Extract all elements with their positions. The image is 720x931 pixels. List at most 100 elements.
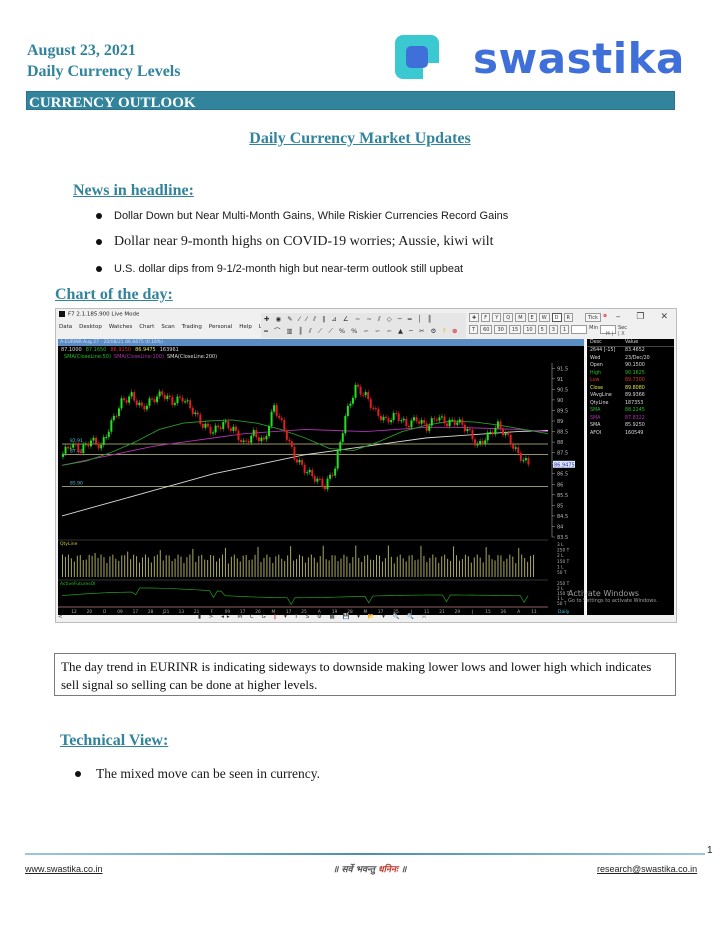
- timeframe-Y[interactable]: Y: [492, 313, 502, 322]
- volume-bar: [524, 557, 526, 577]
- menu-item-desktop[interactable]: Desktop: [79, 324, 102, 330]
- info-row: AFOI 160549: [590, 430, 644, 436]
- timeframe-3[interactable]: 3: [548, 325, 558, 334]
- volume-bar: [136, 556, 138, 577]
- timeframe-R[interactable]: R: [563, 313, 573, 322]
- volume-bar: [133, 554, 135, 577]
- candle-body: [79, 451, 82, 453]
- volume-bar: [319, 556, 321, 577]
- candle-body: [461, 419, 464, 425]
- candle-body: [199, 414, 202, 424]
- volume-bar: [139, 562, 141, 577]
- y-tick-label: 84.5: [557, 514, 568, 520]
- volume-bar: [224, 547, 226, 577]
- volume-bar: [456, 555, 458, 577]
- drawing-toolbar[interactable]: ✚ ◉ ✎ ⁄ ⁄ ⫽ ∥ ⊿ ∠ ∼ ∼ ⫽ ◇ ─ ═ │ ║ ═ ⌒ ▥ …: [261, 313, 466, 338]
- volume-bar: [272, 562, 274, 577]
- volume-bar: [485, 547, 487, 577]
- bullet-icon: [96, 239, 102, 245]
- volume-bar: [216, 561, 218, 577]
- timeframe-F[interactable]: F: [481, 313, 491, 322]
- candle-body: [382, 416, 385, 421]
- toolbar-row-2[interactable]: ═ ⌒ ▥ ║ ⫽ ⟋ ⟋ % % ∽ ∽ ∽ ▲ ─ ✂ ⚙ ? ⊗: [264, 325, 466, 337]
- timeframe-D[interactable]: D: [551, 313, 562, 322]
- candle-body: [502, 429, 505, 436]
- bottom-tools[interactable]: ▮ > ◂▸ M C G ‖ ▾ T S ⚙ ▦ 💾 ▾ 📂 ▾ 🔍 🔍 ⤧: [198, 614, 429, 621]
- volume-bar: [426, 562, 428, 577]
- timeframe-1[interactable]: 1: [559, 325, 570, 334]
- scroll-left-icon[interactable]: <: [58, 614, 63, 620]
- info-row: Close 89.8080: [590, 385, 645, 391]
- logo-text: swastika: [473, 33, 685, 83]
- volume-bar: [349, 563, 351, 577]
- restore-icon[interactable]: ❐: [636, 312, 644, 322]
- menu-item-help[interactable]: Help: [239, 324, 252, 330]
- info-row: Low 89.7300: [590, 378, 645, 383]
- section-bar: CURRENCY OUTLOOK: [26, 91, 675, 111]
- menu-item-scan[interactable]: Scan: [161, 324, 174, 330]
- price-chart[interactable]: A-EURINR-Aug 27 - 20/08/21 86.9475 (0.18…: [58, 339, 584, 615]
- volume-bar: [310, 554, 312, 577]
- add-button[interactable]: ✚: [469, 313, 480, 322]
- timeframe-W[interactable]: W: [538, 313, 550, 322]
- menu-bar: Data Desktop Watches Chart Scan Trading Person…: [59, 324, 285, 330]
- candle-body: [476, 444, 479, 446]
- website-link[interactable]: www.swastika.co.in: [25, 864, 103, 874]
- volume-bar: [340, 558, 342, 577]
- menu-item-trading[interactable]: Trading: [182, 324, 202, 330]
- volume-bar: [458, 560, 460, 577]
- volume-bar: [512, 556, 514, 577]
- candle-body: [77, 444, 80, 452]
- volume-axis-label: 2 L: [557, 553, 564, 559]
- timeframe-60[interactable]: 60: [480, 325, 493, 334]
- tick-button[interactable]: Tick: [585, 313, 601, 322]
- candle-body: [407, 425, 410, 428]
- timeframe-5[interactable]: 5: [537, 325, 547, 334]
- candle-body: [397, 413, 400, 422]
- menu-item-watches[interactable]: Watches: [109, 324, 132, 330]
- min-input[interactable]: [571, 325, 588, 334]
- candle-body: [270, 411, 273, 427]
- menu-item-data[interactable]: Data: [59, 324, 72, 330]
- volume-axis-label: 3 L: [557, 542, 564, 548]
- minimize-icon[interactable]: –: [616, 312, 621, 322]
- candle-body: [415, 417, 418, 422]
- timeframe-10[interactable]: 10: [523, 325, 536, 334]
- candle-body: [451, 419, 454, 421]
- email-link[interactable]: research@swastika.co.in: [597, 864, 697, 874]
- close-toolbar-icon[interactable]: ⊗: [603, 313, 607, 322]
- volume-bar: [100, 554, 102, 577]
- bottom-toolbar[interactable]: < ▮ > ◂▸ M C G ‖ ▾ T S ⚙ ▦ 💾 ▾ 📂 ▾ 🔍 🔍 ⤧: [58, 614, 676, 622]
- timeframe-Q[interactable]: Q: [503, 313, 514, 322]
- toolbar-row-1[interactable]: ✚ ◉ ✎ ⁄ ⁄ ⫽ ∥ ⊿ ∠ ∼ ∼ ⫽ ◇ ─ ═ │ ║: [264, 313, 466, 325]
- volume-bar: [165, 555, 167, 577]
- menu-item-personal[interactable]: Personal: [209, 324, 232, 330]
- timeframe-15[interactable]: 15: [508, 325, 522, 334]
- candle-body: [196, 412, 199, 415]
- volume-bar: [124, 555, 126, 577]
- volume-bar: [62, 554, 63, 577]
- candle-body: [168, 395, 171, 398]
- menu-item-chart[interactable]: Chart: [139, 324, 154, 330]
- timeframe-30[interactable]: 30: [494, 325, 507, 334]
- candle-body: [443, 416, 446, 424]
- volume-bar: [219, 558, 221, 577]
- candle-body: [145, 405, 148, 410]
- panel-controls[interactable]: H | - | X: [606, 331, 625, 337]
- volume-bar: [500, 555, 502, 577]
- volume-bar: [266, 554, 268, 577]
- candle-body: [446, 423, 449, 427]
- candle-body: [138, 402, 141, 406]
- volume-bar: [210, 554, 212, 577]
- timeframe-E[interactable]: E: [527, 313, 537, 322]
- candle-body: [509, 434, 512, 445]
- volume-bar: [399, 554, 401, 577]
- volume-bar: [281, 558, 283, 577]
- candle-body: [351, 397, 354, 404]
- volume-bar: [76, 555, 78, 577]
- timeframe-T[interactable]: T: [469, 325, 479, 334]
- candle-body: [463, 424, 466, 432]
- timeframe-M[interactable]: M: [515, 313, 526, 322]
- footer-divider: [25, 853, 705, 855]
- close-icon[interactable]: ✕: [660, 312, 668, 322]
